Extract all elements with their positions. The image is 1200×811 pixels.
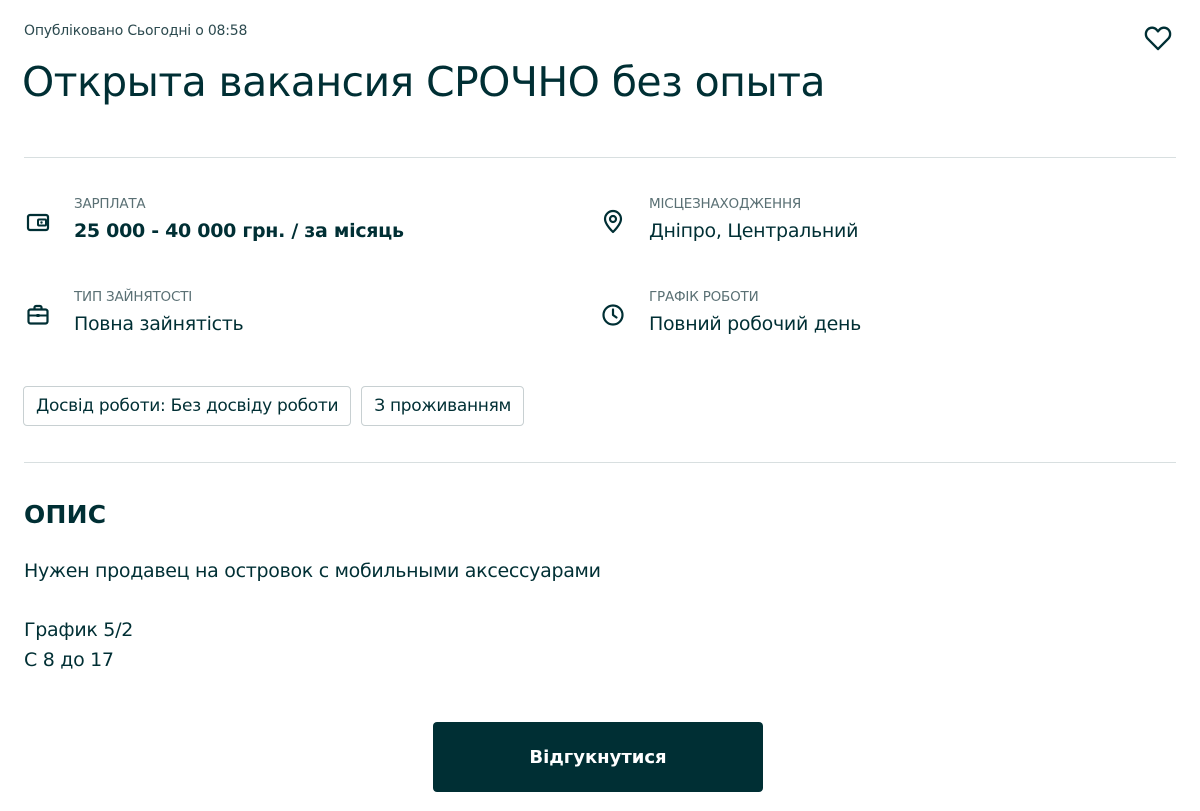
description-line: Нужен продавец на островок с мобильными … — [24, 560, 601, 582]
param-label: МІСЦЕЗНАХОДЖЕННЯ — [649, 196, 802, 212]
location-pin-icon — [599, 208, 627, 236]
param-label: ЗАРПЛАТА — [74, 196, 146, 212]
wallet-icon — [24, 208, 52, 236]
location-value: Дніпро, Центральний — [649, 220, 859, 242]
tag-experience: Досвід роботи: Без досвіду роботи — [23, 386, 352, 426]
param-schedule: ГРАФІК РОБОТИ Повний робочий день — [599, 289, 1159, 349]
briefcase-icon — [24, 301, 52, 329]
heart-outline-icon — [1144, 26, 1172, 51]
param-label: ТИП ЗАЙНЯТОСТІ — [74, 289, 193, 305]
tag-accommodation: З проживанням — [361, 386, 525, 426]
param-label: ГРАФІК РОБОТИ — [649, 289, 759, 305]
tags-list: Досвід роботи: Без досвіду роботи З прож… — [23, 386, 525, 426]
param-salary: ЗАРПЛАТА 25 000 - 40 000 грн. / за місяц… — [24, 196, 564, 256]
job-ad-page: Опубліковано Сьогодні о 08:58 Открыта ва… — [0, 0, 1200, 811]
description-line: С 8 до 17 — [24, 649, 114, 671]
page-title: Открыта вакансия СРОЧНО без опыта — [22, 58, 826, 106]
clock-icon — [599, 301, 627, 329]
published-date: Опубліковано Сьогодні о 08:58 — [24, 23, 248, 39]
description-line: График 5/2 — [24, 619, 133, 641]
schedule-value: Повний робочий день — [649, 313, 862, 335]
apply-button[interactable]: Відгукнутися — [433, 722, 763, 792]
divider — [24, 462, 1176, 463]
param-employment: ТИП ЗАЙНЯТОСТІ Повна зайнятість — [24, 289, 564, 349]
description-heading: ОПИС — [24, 500, 107, 529]
employment-value: Повна зайнятість — [74, 313, 244, 335]
salary-value: 25 000 - 40 000 грн. / за місяць — [74, 220, 404, 242]
divider — [24, 157, 1176, 158]
param-location: МІСЦЕЗНАХОДЖЕННЯ Дніпро, Центральний — [599, 196, 1159, 256]
favorite-button[interactable] — [1142, 22, 1174, 54]
